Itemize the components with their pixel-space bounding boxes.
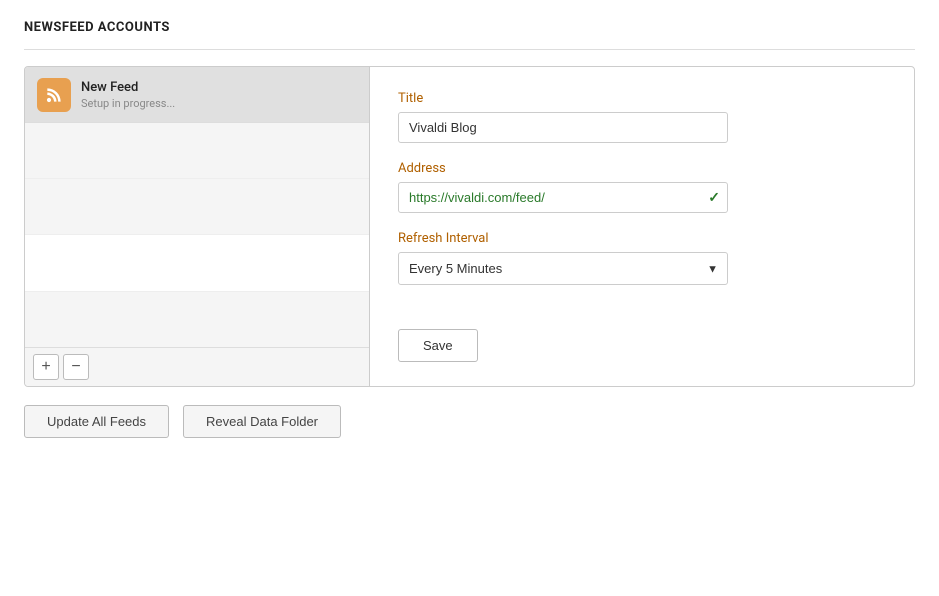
feed-empty-slot-2 (25, 179, 369, 235)
feed-info: New Feed Setup in progress... (81, 80, 175, 110)
feed-status: Setup in progress... (81, 97, 175, 110)
address-label: Address (398, 161, 886, 176)
address-valid-icon: ✓ (708, 190, 720, 206)
title-label: Title (398, 91, 886, 106)
feed-icon-wrapper (37, 78, 71, 112)
rss-icon (44, 85, 64, 105)
feed-actions-bar: + − (25, 347, 369, 386)
feed-name: New Feed (81, 80, 175, 95)
main-panel: New Feed Setup in progress... + − Title … (24, 66, 915, 387)
address-field-group: Address ✓ (398, 161, 886, 213)
update-all-feeds-button[interactable]: Update All Feeds (24, 405, 169, 438)
refresh-field-group: Refresh Interval Every 5 Minutes Every 1… (398, 231, 886, 285)
address-wrapper: ✓ (398, 182, 728, 213)
refresh-label: Refresh Interval (398, 231, 886, 246)
remove-feed-button[interactable]: − (63, 354, 89, 380)
refresh-select[interactable]: Every 5 Minutes Every 15 Minutes Every 3… (398, 252, 728, 285)
title-input[interactable] (398, 112, 728, 143)
reveal-data-folder-button[interactable]: Reveal Data Folder (183, 405, 341, 438)
bottom-actions-bar: Update All Feeds Reveal Data Folder (24, 401, 915, 442)
feed-list: New Feed Setup in progress... + − (25, 67, 370, 386)
feed-detail-panel: Title Address ✓ Refresh Interval Every 5… (370, 67, 914, 386)
feed-empty-slot-1 (25, 123, 369, 179)
save-section: Save (398, 329, 886, 362)
page-title: NEWSFEED ACCOUNTS (24, 20, 915, 35)
feed-list-spacer (25, 235, 369, 291)
address-input[interactable] (398, 182, 728, 213)
feed-empty-slot-3 (25, 291, 369, 347)
refresh-select-wrapper: Every 5 Minutes Every 15 Minutes Every 3… (398, 252, 728, 285)
section-divider (24, 49, 915, 50)
save-button[interactable]: Save (398, 329, 478, 362)
title-field-group: Title (398, 91, 886, 143)
add-feed-button[interactable]: + (33, 354, 59, 380)
feed-item[interactable]: New Feed Setup in progress... (25, 67, 369, 123)
